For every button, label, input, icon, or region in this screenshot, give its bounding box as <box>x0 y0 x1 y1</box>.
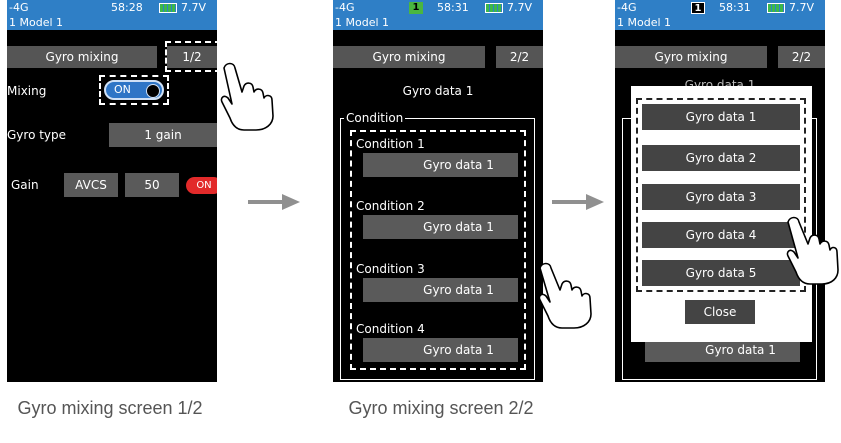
right-arrow-icon <box>552 194 604 210</box>
status-bar: -4G 1 58:31 7.7V <box>615 0 825 16</box>
caption-screen-2: Gyro mixing screen 2/2 <box>348 398 534 418</box>
page-title-button[interactable]: Gyro mixing <box>7 46 157 68</box>
voltage: 7.7V <box>789 1 815 14</box>
model-flag: 1 <box>409 2 423 14</box>
system-type: -4G <box>9 1 29 14</box>
voltage: 7.7V <box>181 1 207 14</box>
page-number-button[interactable]: 2/2 <box>778 46 825 68</box>
caption-screen-1: Gyro mixing screen 1/2 <box>17 398 203 418</box>
system-type: -4G <box>335 1 355 14</box>
highlight-mixing-toggle <box>99 75 169 105</box>
gyro-mixing-screen-2: -4G 1 58:31 7.7V 1 Model 1 Gyro mixing 2… <box>333 0 543 382</box>
highlight-condition-buttons <box>350 130 526 370</box>
model-flag: 1 <box>691 2 705 14</box>
gyro-mixing-screen-3: -4G 1 58:31 7.7V 1 Model 1 Gyro mixing 2… <box>615 0 825 382</box>
close-button[interactable]: Close <box>685 300 755 324</box>
model-name: 1 Model 1 <box>615 16 825 30</box>
gyro-type-button[interactable]: 1 gain <box>109 123 217 147</box>
battery-icon <box>767 3 785 13</box>
page-title-button[interactable]: Gyro mixing <box>615 46 767 68</box>
gain-mode-button[interactable]: AVCS <box>64 173 118 197</box>
pointing-hand-icon <box>220 62 274 131</box>
timer: 58:31 <box>719 1 751 14</box>
timer: 58:31 <box>437 1 469 14</box>
system-type: -4G <box>617 1 637 14</box>
model-name: 1 Model 1 <box>333 16 543 30</box>
voltage: 7.7V <box>507 1 533 14</box>
gain-switch-button[interactable]: ON <box>186 177 217 194</box>
gyro-data-title: Gyro data 1 <box>402 84 474 98</box>
battery-icon <box>485 3 503 13</box>
battery-icon <box>159 3 177 13</box>
status-bar: -4G 1 58:31 7.7V <box>333 0 543 16</box>
mixing-label: Mixing <box>7 84 47 98</box>
condition-legend: Condition <box>344 111 406 125</box>
gyro-mixing-screen-1: -4G 58:28 7.7V 1 Model 1 Gyro mixing 1/2… <box>7 0 217 382</box>
page-number-button[interactable]: 2/2 <box>496 46 543 68</box>
pointing-hand-icon <box>538 262 592 329</box>
gain-value-button[interactable]: 50 <box>125 173 179 197</box>
pointing-hand-icon <box>786 216 839 285</box>
gyro-type-label: Gyro type <box>7 128 67 142</box>
right-arrow-icon <box>248 194 300 210</box>
page-title-button[interactable]: Gyro mixing <box>333 46 485 68</box>
timer: 58:28 <box>111 1 143 14</box>
status-bar: -4G 58:28 7.7V <box>7 0 217 16</box>
gain-label: Gain <box>11 178 39 192</box>
model-name: 1 Model 1 <box>7 16 217 30</box>
